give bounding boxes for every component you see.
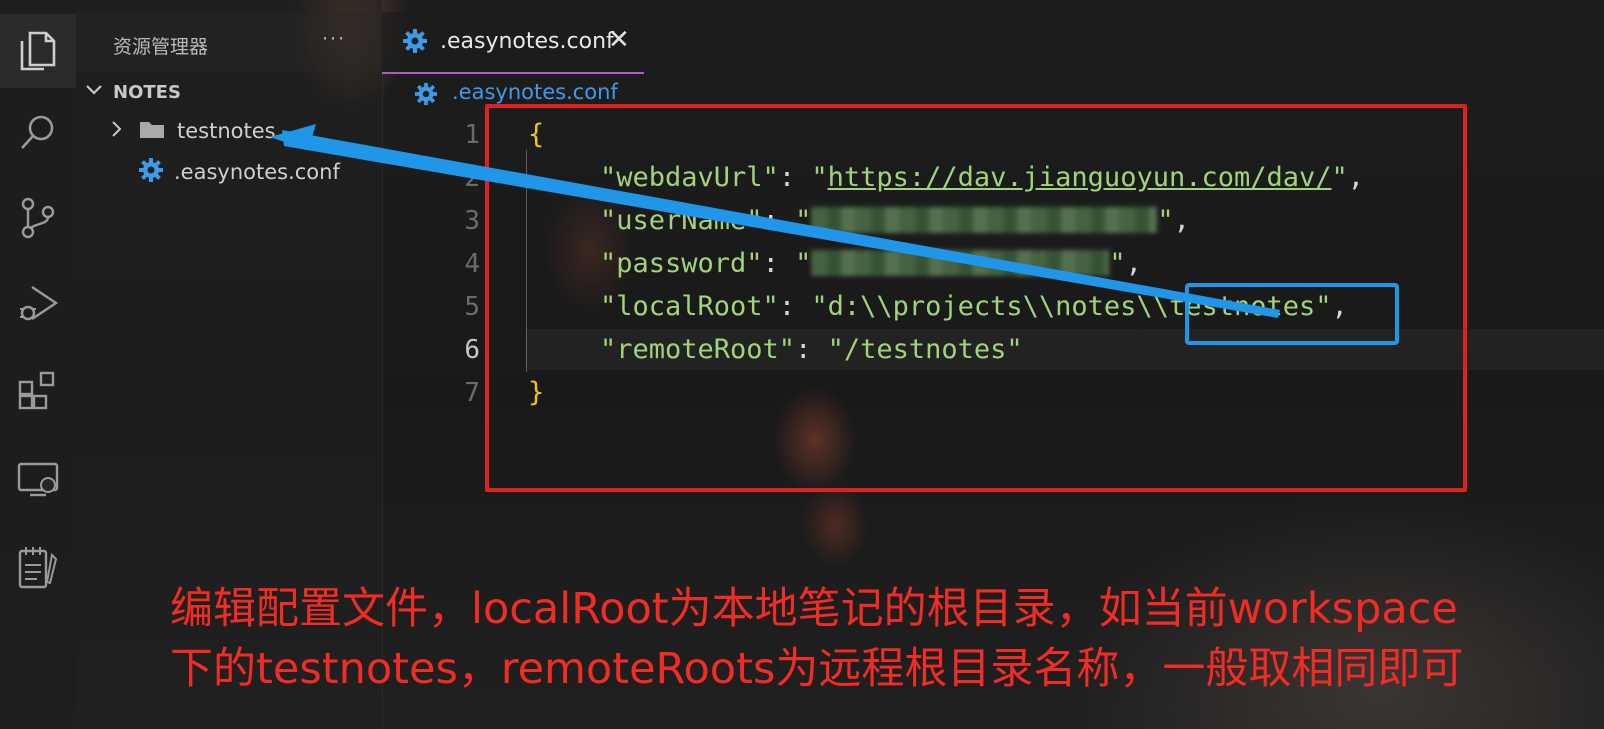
line-number: 5 (464, 292, 480, 322)
line-number: 4 (464, 249, 480, 279)
gear-icon (138, 157, 164, 187)
search-icon[interactable] (0, 96, 76, 170)
close-icon[interactable]: ✕ (608, 25, 630, 55)
tab-easynotes-conf[interactable]: .easynotes.conf ✕ (382, 12, 644, 74)
more-actions-button[interactable]: ··· (322, 28, 346, 50)
highlight-box-testnotes (1185, 283, 1399, 345)
line-number-active: 6 (464, 335, 480, 365)
activity-bar (0, 0, 76, 729)
line-number: 1 (464, 120, 480, 150)
source-control-icon[interactable] (0, 181, 76, 255)
gear-icon (414, 82, 438, 110)
chevron-down-icon (84, 80, 104, 104)
folder-icon (139, 118, 165, 144)
section-title: NOTES (113, 81, 181, 103)
tree-item-label: testnotes (177, 119, 276, 143)
annotation-text-line-1: 编辑配置文件，localRoot为本地笔记的根目录，如当前workspace (170, 584, 1458, 634)
chevron-right-icon (108, 118, 126, 144)
sidebar-title: 资源管理器 (113, 36, 209, 58)
line-number: 3 (464, 206, 480, 236)
gear-icon (402, 28, 428, 58)
remote-explorer-icon[interactable] (0, 442, 76, 516)
tree-item-label: .easynotes.conf (174, 160, 340, 184)
section-header-notes[interactable]: NOTES (84, 80, 181, 104)
tab-bar: .easynotes.conf ✕ (382, 12, 1604, 74)
breadcrumb[interactable]: .easynotes.conf (452, 80, 618, 104)
debug-icon[interactable] (0, 266, 76, 340)
tab-label: .easynotes.conf (440, 29, 614, 54)
line-number: 2 (464, 163, 480, 193)
annotation-text-line-2: 下的testnotes，remoteRoots为远程根目录名称，一般取相同即可 (170, 644, 1464, 694)
extensions-icon[interactable] (0, 353, 76, 427)
notes-icon[interactable] (0, 530, 76, 604)
tree-item-testnotes[interactable]: testnotes (108, 118, 276, 144)
explorer-icon[interactable] (0, 14, 76, 88)
line-number: 7 (464, 378, 480, 408)
tree-item-easynotes-conf[interactable]: .easynotes.conf (138, 157, 340, 187)
